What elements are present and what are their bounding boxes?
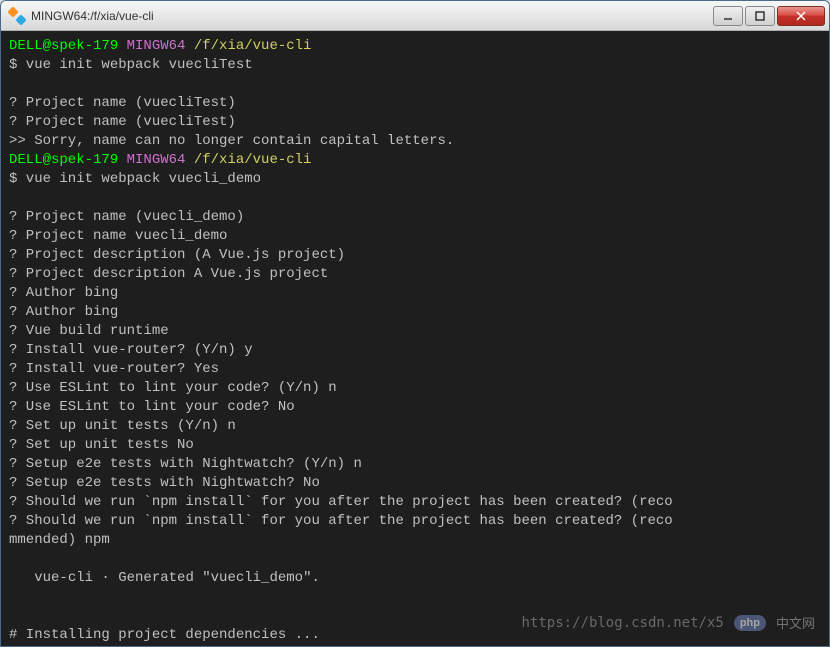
minimize-button[interactable]: [713, 6, 743, 26]
output-line: ? Use ESLint to lint your code? No: [9, 399, 295, 415]
output-line: mmended) npm: [9, 532, 110, 548]
output-line: ? Setup e2e tests with Nightwatch? (Y/n)…: [9, 456, 362, 472]
close-button[interactable]: [777, 6, 825, 26]
prompt-user-host: DELL@spek-179: [9, 38, 118, 54]
prompt-mingw: MINGW64: [127, 38, 186, 54]
watermark-url: https://blog.csdn.net/x5: [522, 615, 724, 631]
output-line: ? Project name (vuecliTest): [9, 114, 236, 130]
php-badge-icon: php: [734, 615, 766, 631]
output-line: ? Install vue-router? (Y/n) y: [9, 342, 253, 358]
output-line: vue-cli · Generated "vuecli_demo".: [9, 570, 320, 586]
watermark: https://blog.csdn.net/x5 php 中文网: [522, 613, 815, 632]
window-title: MINGW64:/f/xia/vue-cli: [31, 9, 711, 23]
output-line: ? Setup e2e tests with Nightwatch? No: [9, 475, 320, 491]
output-line: ? Project description (A Vue.js project): [9, 247, 345, 263]
window-controls: [711, 6, 825, 26]
terminal-output: DELL@spek-179 MINGW64 /f/xia/vue-cli $ v…: [9, 37, 821, 646]
command-line: $ vue init webpack vuecli_demo: [9, 171, 261, 187]
output-line: ? Project name vuecli_demo: [9, 228, 227, 244]
git-bash-icon: [9, 8, 25, 24]
output-line: >> Sorry, name can no longer contain cap…: [9, 133, 454, 149]
titlebar[interactable]: MINGW64:/f/xia/vue-cli: [1, 1, 829, 31]
output-line: # Installing project dependencies ...: [9, 627, 320, 643]
output-line: ? Use ESLint to lint your code? (Y/n) n: [9, 380, 337, 396]
prompt-mingw: MINGW64: [127, 152, 186, 168]
output-line: ? Set up unit tests (Y/n) n: [9, 418, 236, 434]
output-line: ? Set up unit tests No: [9, 437, 194, 453]
output-line: ? Author bing: [9, 285, 118, 301]
output-line: ? Install vue-router? Yes: [9, 361, 219, 377]
output-line: ? Project name (vuecliTest): [9, 95, 236, 111]
output-line: ? Vue build runtime: [9, 323, 169, 339]
prompt-user-host: DELL@spek-179: [9, 152, 118, 168]
output-line: ? Project description A Vue.js project: [9, 266, 328, 282]
output-line: ? Should we run `npm install` for you af…: [9, 513, 673, 529]
prompt-path: /f/xia/vue-cli: [194, 38, 312, 54]
output-line: ? Should we run `npm install` for you af…: [9, 494, 673, 510]
output-line: ? Author bing: [9, 304, 118, 320]
watermark-cn: 中文网: [776, 613, 815, 632]
maximize-button[interactable]: [745, 6, 775, 26]
prompt-path: /f/xia/vue-cli: [194, 152, 312, 168]
window-frame: MINGW64:/f/xia/vue-cli DELL@spek-179 MIN…: [0, 0, 830, 647]
terminal-area[interactable]: DELL@spek-179 MINGW64 /f/xia/vue-cli $ v…: [1, 31, 829, 646]
command-line: $ vue init webpack vuecliTest: [9, 57, 253, 73]
output-line: ? Project name (vuecli_demo): [9, 209, 244, 225]
